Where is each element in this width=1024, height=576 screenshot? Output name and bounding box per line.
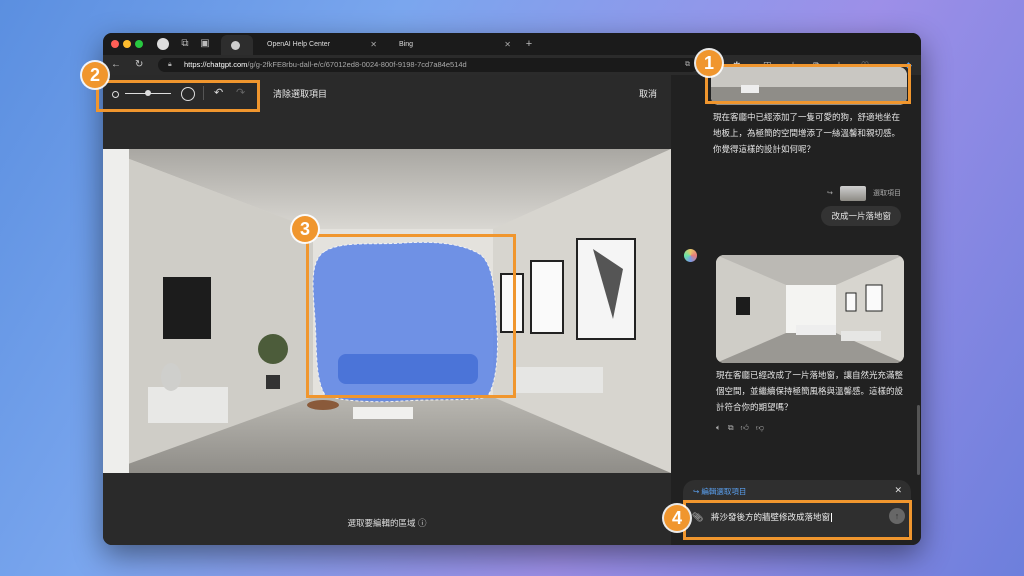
lock-icon: 🔒︎ [168,61,172,68]
close-tab-icon[interactable]: ✕ [504,35,511,55]
reply-arrow-icon: ↪ [827,190,833,197]
open-in-app-icon[interactable]: ⧉ [685,58,690,72]
workspaces-icon[interactable]: ⧉ [179,38,191,50]
copy-icon[interactable]: ⧉ [728,423,734,432]
address-bar[interactable]: 🔒︎ https://chatgpt.com/g/g-2fkFE8rbu-dal… [158,58,698,72]
clear-selection-button[interactable]: 清除選取項目 [273,87,327,100]
message-actions: 🔈︎ ⧉ 👍︎ 👎︎ [716,423,771,433]
highlight-composer [683,500,912,540]
assistant-avatar-icon [684,249,697,262]
zoom-window-button[interactable] [135,40,143,48]
close-tab-icon[interactable]: ✕ [370,35,377,55]
read-aloud-icon[interactable]: 🔈︎ [716,423,721,432]
tab-label: Bing [399,41,414,48]
annotation-badge: 2 [82,62,108,88]
assistant-message: 現在客廳已經改成了一片落地窗，讓自然光充滿整個空間，並繼續保持極簡風格與溫馨感。… [716,370,904,412]
info-icon[interactable]: ⓘ [418,518,427,528]
tab-label: OpenAI Help Center [267,41,331,48]
close-icon[interactable]: ✕ [894,485,902,496]
profile-avatar[interactable] [157,38,169,50]
close-window-button[interactable] [111,40,119,48]
selection-thumbnail [840,186,866,201]
selected-item-reference: ↪ 選取項目 [827,186,901,202]
generated-image[interactable] [716,255,904,363]
tab-actions-icon[interactable]: ▣ [199,38,211,50]
new-tab-button[interactable]: + [523,38,535,50]
url-text: https://chatgpt.com/g/g-2fkFE8rbu-dall-e… [184,60,467,69]
highlight-editor-tools [96,80,260,112]
chat-panel: 現在客廳中已經添加了一隻可愛的狗，舒適地坐在地板上，為極簡的空間增添了一絲溫馨和… [671,67,921,545]
thumbs-down-icon[interactable]: 👎︎ [756,423,764,432]
highlight-selection-area [306,234,516,398]
tab-chatgpt[interactable] [221,35,253,55]
user-message: 改成一片落地窗 [821,206,901,226]
chat-scrollbar[interactable] [917,405,920,475]
refresh-icon[interactable]: ↻ [135,58,143,72]
back-icon[interactable]: ← [111,58,121,72]
generated-image-art [716,255,904,363]
tab-openai-help-center[interactable]: OpenAI Help Center ✕ [255,35,383,55]
select-area-hint: 選取要編輯的區域 ⓘ [347,518,427,528]
annotation-badge: 1 [696,50,722,76]
cancel-button[interactable]: 取消 [639,87,657,100]
tab-bing[interactable]: Bing ✕ [387,35,517,55]
annotation-badge: 4 [664,505,690,531]
tab-bar: ⧉ ▣ OpenAI Help Center ✕ Bing ✕ + [103,33,921,55]
assistant-message: 現在客廳中已經添加了一隻可愛的狗，舒適地坐在地板上，為極簡的空間增添了一絲溫馨和… [713,112,901,154]
highlight-previous-image [705,64,911,104]
thumbs-up-icon[interactable]: 👍︎ [741,423,749,432]
chatgpt-favicon [231,41,240,50]
edit-selection-label: ↪ 編輯選取項目 [693,487,747,496]
minimize-window-button[interactable] [123,40,131,48]
annotation-badge: 3 [292,216,318,242]
